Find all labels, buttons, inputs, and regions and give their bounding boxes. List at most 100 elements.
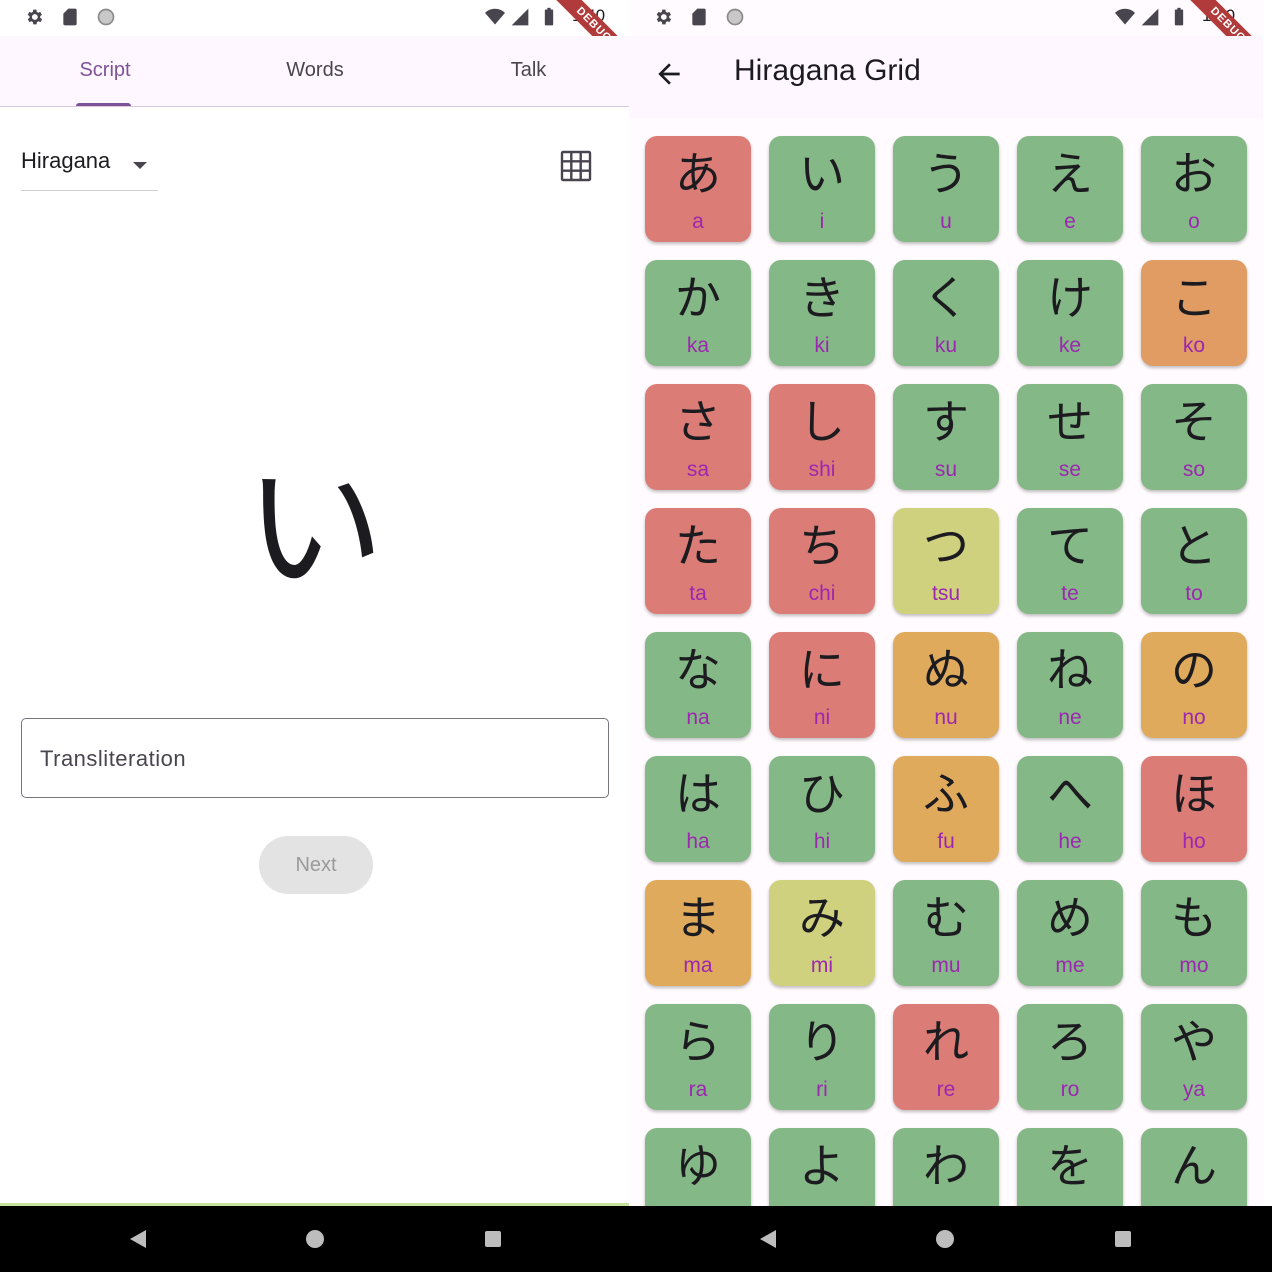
kana-romaji: ra <box>688 1078 708 1101</box>
nav-recents-icon[interactable] <box>1115 1231 1131 1247</box>
kana-tile[interactable]: わ <box>893 1128 999 1206</box>
kana-romaji: ma <box>683 954 713 977</box>
kana-character: か <box>675 271 721 325</box>
kana-tile[interactable]: か ka <box>645 260 751 366</box>
kana-romaji: shi <box>808 458 836 481</box>
kana-romaji: chi <box>808 582 836 605</box>
kana-romaji: ya <box>1182 1078 1206 1101</box>
kana-tile[interactable]: な na <box>645 632 751 738</box>
kana-tile[interactable]: こ ko <box>1141 260 1247 366</box>
kana-tile[interactable]: ゆ <box>645 1128 751 1206</box>
kana-romaji: ku <box>934 334 958 357</box>
kana-tile[interactable]: ふ fu <box>893 756 999 862</box>
status-bar: 1:40 <box>0 0 629 36</box>
kana-romaji: u <box>940 210 952 233</box>
kana-romaji: he <box>1058 830 1082 853</box>
dropdown-arrow-icon <box>133 162 147 169</box>
kana-tile[interactable]: ら ra <box>645 1004 751 1110</box>
kana-tile[interactable]: えe <box>1017 136 1123 242</box>
transliteration-field[interactable] <box>21 718 609 799</box>
hiragana-grid-screen: 1:40 DEBUG Hiragana Grid あaいiうuえeおoかkaきk… <box>629 0 1263 1206</box>
kana-character: へ <box>1047 767 1093 821</box>
kana-tile[interactable]: おo <box>1141 136 1247 242</box>
kana-tile[interactable]: せ se <box>1017 384 1123 490</box>
kana-romaji: e <box>1064 210 1076 233</box>
circle-status-icon <box>97 8 115 26</box>
kana-tile[interactable]: り ri <box>769 1004 875 1110</box>
kana-tile[interactable]: ま ma <box>645 880 751 986</box>
kana-tile[interactable]: め me <box>1017 880 1123 986</box>
nav-back-icon[interactable] <box>130 1230 146 1248</box>
kana-tile[interactable]: さ sa <box>645 384 751 490</box>
kana-romaji: mu <box>931 954 961 977</box>
kana-character: ひ <box>799 767 845 821</box>
kana-character: に <box>799 643 845 697</box>
kana-tile[interactable]: し shi <box>769 384 875 490</box>
kana-tile[interactable]: ね ne <box>1017 632 1123 738</box>
kana-romaji: ke <box>1058 334 1082 357</box>
tab-words[interactable]: Words <box>210 36 420 106</box>
kana-tile[interactable]: ろ ro <box>1017 1004 1123 1110</box>
kana-tile[interactable]: ほ ho <box>1141 756 1247 862</box>
kana-character: ぬ <box>923 643 969 697</box>
nav-back-icon[interactable] <box>760 1230 776 1248</box>
kana-tile[interactable]: あa <box>645 136 751 242</box>
kana-tile[interactable]: に ni <box>769 632 875 738</box>
kana-character: ん <box>1171 1139 1217 1193</box>
kana-character: お <box>1171 147 1217 201</box>
kana-tile[interactable]: そ so <box>1141 384 1247 490</box>
kana-tile[interactable]: つ tsu <box>893 508 999 614</box>
kana-romaji: no <box>1182 706 1206 729</box>
kana-tile[interactable]: み mi <box>769 880 875 986</box>
kana-tile[interactable]: た ta <box>645 508 751 614</box>
kana-character: せ <box>1047 395 1093 449</box>
script-dropdown[interactable]: Hiragana <box>21 140 158 191</box>
kana-tile[interactable]: ち chi <box>769 508 875 614</box>
nav-home-icon[interactable] <box>306 1230 324 1248</box>
kana-character: つ <box>923 519 969 573</box>
kana-tile[interactable]: や ya <box>1141 1004 1247 1110</box>
status-bar: 1:40 <box>629 0 1263 36</box>
kana-character: こ <box>1171 271 1217 325</box>
kana-tile[interactable]: く ku <box>893 260 999 366</box>
kana-romaji: ta <box>689 582 707 605</box>
kana-character: え <box>1047 147 1093 201</box>
kana-tile[interactable]: ん <box>1141 1128 1247 1206</box>
active-tab-indicator <box>76 103 131 106</box>
kana-tile[interactable]: け ke <box>1017 260 1123 366</box>
kana-tile[interactable]: む mu <box>893 880 999 986</box>
transliteration-input[interactable] <box>38 719 592 799</box>
kana-tile[interactable]: へ he <box>1017 756 1123 862</box>
next-button[interactable]: Next <box>259 836 373 894</box>
kana-romaji: hi <box>813 830 831 853</box>
kana-romaji: na <box>686 706 710 729</box>
kana-tile[interactable]: す su <box>893 384 999 490</box>
kana-character: ふ <box>923 767 969 821</box>
kana-tile[interactable]: と to <box>1141 508 1247 614</box>
kana-character: ほ <box>1171 767 1217 821</box>
kana-tile[interactable]: うu <box>893 136 999 242</box>
nav-recents-icon[interactable] <box>485 1231 501 1247</box>
kana-romaji: o <box>1188 210 1200 233</box>
kana-tile[interactable]: き ki <box>769 260 875 366</box>
kana-character: き <box>799 271 845 325</box>
nav-home-icon[interactable] <box>936 1230 954 1248</box>
kana-character: み <box>799 891 845 945</box>
kana-character: め <box>1047 891 1093 945</box>
screen-gap <box>1263 0 1272 1206</box>
kana-romaji: sa <box>686 458 710 481</box>
kana-tile[interactable]: の no <box>1141 632 1247 738</box>
grid-view-icon[interactable] <box>560 150 592 182</box>
kana-tile[interactable]: も mo <box>1141 880 1247 986</box>
kana-tile[interactable]: ぬ nu <box>893 632 999 738</box>
kana-tile[interactable]: いi <box>769 136 875 242</box>
tab-talk[interactable]: Talk <box>422 36 629 106</box>
kana-tile[interactable]: て te <box>1017 508 1123 614</box>
tab-script[interactable]: Script <box>0 36 210 106</box>
kana-tile[interactable]: は ha <box>645 756 751 862</box>
kana-tile[interactable]: よ <box>769 1128 875 1206</box>
back-arrow-icon[interactable] <box>653 58 685 90</box>
kana-tile[interactable]: を <box>1017 1128 1123 1206</box>
kana-tile[interactable]: ひ hi <box>769 756 875 862</box>
kana-tile[interactable]: れ re <box>893 1004 999 1110</box>
